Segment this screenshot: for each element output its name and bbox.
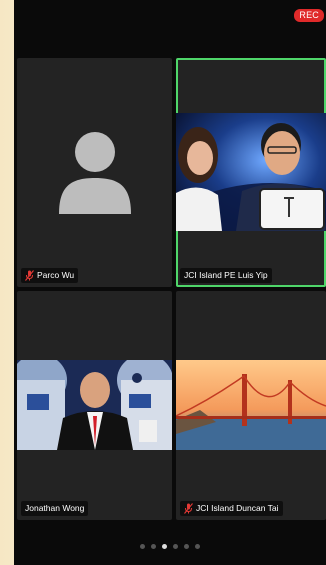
zoom-gallery-view: REC Parco Wu JCI Island PE Luis Yip Jona… [14,0,326,565]
page-dot[interactable] [151,544,156,549]
participant-name-label: JCI Island Duncan Tai [180,501,283,516]
page-dot[interactable] [184,544,189,549]
participant-name-label: Jonathan Wong [21,501,89,516]
mic-muted-icon [25,270,34,281]
participant-tile-luis-yip[interactable]: JCI Island PE Luis Yip [176,58,326,287]
page-dot[interactable] [173,544,178,549]
default-avatar-icon [59,132,131,214]
page-indicator[interactable] [14,544,326,549]
participant-tile-jonathan-wong[interactable]: Jonathan Wong [17,291,172,520]
page-dot[interactable] [140,544,145,549]
participant-video [17,360,172,450]
participant-name-label: Parco Wu [21,268,79,283]
participant-video [176,360,326,450]
participant-video [176,113,326,231]
recording-badge[interactable]: REC [294,9,324,22]
participant-name-label: JCI Island PE Luis Yip [180,268,272,283]
mic-muted-icon [184,503,193,514]
participant-tile-parco-wu[interactable]: Parco Wu [17,58,172,287]
page-dot-active[interactable] [162,544,167,549]
page-dot[interactable] [195,544,200,549]
participant-tile-duncan-tai[interactable]: JCI Island Duncan Tai [176,291,326,520]
